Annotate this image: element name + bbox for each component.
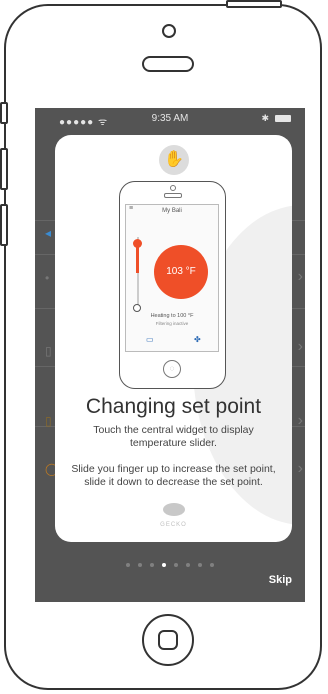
illustration-pump-icon: ✤: [194, 335, 201, 344]
page-dot[interactable]: [150, 563, 154, 567]
illustration-slider-knob: [133, 239, 142, 248]
illustration-phone: My Bali ≡ 103 °F Heating to 100 °F Filte…: [119, 181, 226, 389]
background-wifi-icon: ◂: [45, 226, 52, 240]
home-button[interactable]: [142, 614, 194, 666]
page-dot[interactable]: [174, 563, 178, 567]
phone-screen: ●●●●● ᯤ 9:35 AM ✱ ◂ • ▯ ▯ ◯ › › › › ✋ My…: [35, 108, 305, 602]
earpiece-speaker: [142, 56, 194, 72]
page-dot[interactable]: [186, 563, 190, 567]
illustration-heater-icon: ▭: [146, 335, 154, 344]
illustration-home-button: ◌: [163, 360, 181, 378]
silent-switch: [0, 102, 8, 124]
brand-logo: GECKO: [55, 503, 292, 528]
gecko-logo-icon: [162, 503, 185, 516]
page-dot-active[interactable]: [162, 563, 166, 567]
page-dot[interactable]: [198, 563, 202, 567]
home-button-icon: [158, 630, 178, 650]
hand-icon: ✋: [159, 145, 189, 175]
skip-button[interactable]: Skip: [269, 574, 292, 586]
illustration-temperature-dial: 103 °F: [154, 245, 208, 299]
front-camera: [162, 24, 176, 38]
battery-icon: [275, 115, 291, 122]
volume-down-button: [0, 204, 8, 246]
illustration-status-text: Filtering inactive: [155, 321, 189, 326]
background-chevron-icon: ›: [297, 338, 303, 355]
power-button: [226, 0, 282, 8]
page-dot[interactable]: [138, 563, 142, 567]
background-chevron-icon: ›: [297, 460, 303, 477]
onboarding-description: Touch the central widget to display temp…: [93, 424, 254, 449]
illustration-speaker: [164, 193, 182, 198]
background-chevron-icon: ›: [297, 268, 303, 285]
onboarding-title: Changing set point: [85, 395, 262, 418]
status-bar: ●●●●● ᯤ 9:35 AM ✱: [35, 108, 305, 130]
bluetooth-icon: ✱: [261, 113, 269, 123]
page-dot[interactable]: [210, 563, 214, 567]
illustration-heating-text: Heating to 100 °F: [150, 313, 194, 319]
onboarding-instructions: Slide you finger up to increase the set …: [71, 463, 276, 488]
illustration-camera: [170, 185, 176, 191]
background-dot-icon: •: [45, 271, 50, 285]
background-pump-icon: ▯: [45, 344, 52, 358]
volume-up-button: [0, 148, 8, 190]
illustration-slider-handle: [133, 304, 141, 312]
illustration-menu-icon: ≡: [129, 205, 134, 212]
illustration-screen: My Bali ≡ 103 °F Heating to 100 °F Filte…: [125, 204, 219, 352]
onboarding-card: ✋ My Bali ≡ 103 °F Heating to 100 °F Fil…: [55, 135, 292, 542]
background-chevron-icon: ›: [297, 412, 303, 429]
page-indicator[interactable]: [35, 554, 305, 572]
background-light-icon: ▯: [45, 414, 52, 428]
page-dot[interactable]: [126, 563, 130, 567]
brand-wordmark: GECKO: [160, 522, 187, 528]
illustration-title: My Bali: [162, 208, 182, 214]
